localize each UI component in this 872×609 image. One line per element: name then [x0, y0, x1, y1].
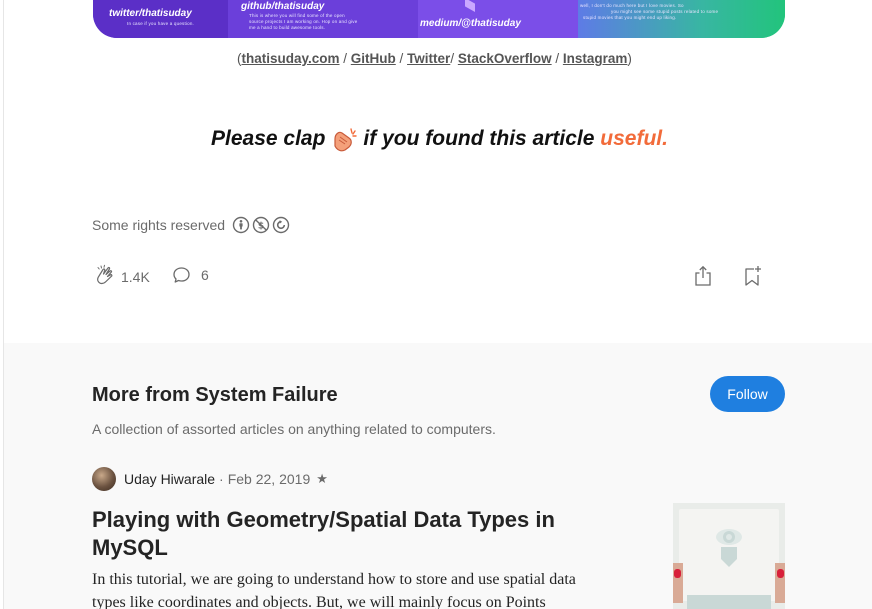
links-separator: /	[450, 51, 458, 66]
license-text: Some rights reserved	[92, 217, 226, 233]
links-close-paren: )	[627, 51, 632, 66]
banner-movies-subtext-1: well, I don't do much here but I love mo…	[580, 3, 684, 8]
clap-callout-text-before: Please clap	[211, 127, 326, 150]
save-button[interactable]	[741, 264, 763, 288]
more-from-title[interactable]: More from System Failure	[92, 384, 338, 407]
member-only-star-icon: ★	[316, 471, 328, 486]
license-icons: $	[232, 216, 290, 234]
banner-movies-subtext-3: stupid movies that you might end up liki…	[583, 15, 677, 20]
bookmark-add-icon	[745, 266, 761, 286]
post-date: Feb 22, 2019	[227, 471, 311, 487]
link-thatisuday[interactable]: thatisuday.com	[242, 51, 340, 66]
avatar[interactable]	[92, 467, 116, 491]
banner-github-subtext-2: source projects I am working on. Hop on …	[249, 19, 358, 24]
banner-medium-text: medium/@thatisuday	[420, 18, 521, 29]
more-from-publication: More from System Failure A collection of…	[4, 343, 872, 609]
banner-github-subtext-1: This is where you will find some of the …	[249, 13, 345, 18]
share-icon	[695, 265, 711, 286]
clap-callout-highlight: useful.	[600, 127, 668, 150]
more-from-description: A collection of assorted articles on any…	[92, 421, 496, 437]
profile-links: (thatisuday.com / GitHub / Twitter/ Stac…	[237, 51, 632, 66]
clap-callout: Please clap if you found this article us…	[211, 125, 668, 153]
link-stackoverflow[interactable]: StackOverflow	[458, 51, 552, 66]
clap-icon	[97, 264, 113, 285]
post-thumbnail[interactable]	[673, 503, 785, 609]
author-name[interactable]: Uday Hiwarale	[124, 471, 215, 487]
post-author-row: Uday Hiwarale · Feb 22, 2019 ★	[92, 467, 328, 491]
link-github[interactable]: GitHub	[351, 51, 396, 66]
post-excerpt[interactable]: In this tutorial, we are going to unders…	[92, 568, 612, 609]
links-separator: /	[395, 51, 408, 66]
share-button[interactable]	[692, 264, 714, 288]
response-count: 6	[201, 267, 209, 283]
clapping-hands-icon	[329, 125, 359, 153]
author-date-separator: ·	[219, 471, 224, 487]
banner-github-subtext-3: me a hand to build awesome tools.	[249, 25, 326, 30]
banner-twitter-subtext: In case if you have a question.	[127, 21, 194, 26]
location-pin-icon	[716, 529, 742, 567]
links-separator: /	[339, 51, 351, 66]
response-icon	[173, 267, 190, 283]
banner-movies-subtext-2: you might see some stupid posts related …	[611, 9, 719, 14]
link-twitter[interactable]: Twitter	[407, 51, 450, 66]
post-title[interactable]: Playing with Geometry/Spatial Data Types…	[92, 506, 562, 562]
links-separator: /	[551, 51, 563, 66]
clap-count: 1.4K	[121, 269, 150, 285]
article-actions: 1.4K 6	[92, 264, 772, 292]
clap-callout-text-after: if you found this article	[363, 127, 595, 150]
link-instagram[interactable]: Instagram	[563, 51, 628, 66]
social-banner-image: twitter/thatisuday In case if you have a…	[93, 0, 785, 38]
banner-twitter-text: twitter/thatisuday	[109, 8, 192, 19]
clap-button[interactable]: 1.4K	[92, 264, 150, 290]
cc-by-icon[interactable]	[232, 216, 250, 234]
cc-nc-icon[interactable]: $	[252, 216, 270, 234]
license-row: Some rights reserved $	[92, 216, 290, 234]
banner-github-text: github/thatisuday	[241, 1, 325, 12]
cc-sa-icon[interactable]	[272, 216, 290, 234]
responses-button[interactable]: 6	[171, 264, 209, 286]
follow-button[interactable]: Follow	[710, 376, 785, 412]
